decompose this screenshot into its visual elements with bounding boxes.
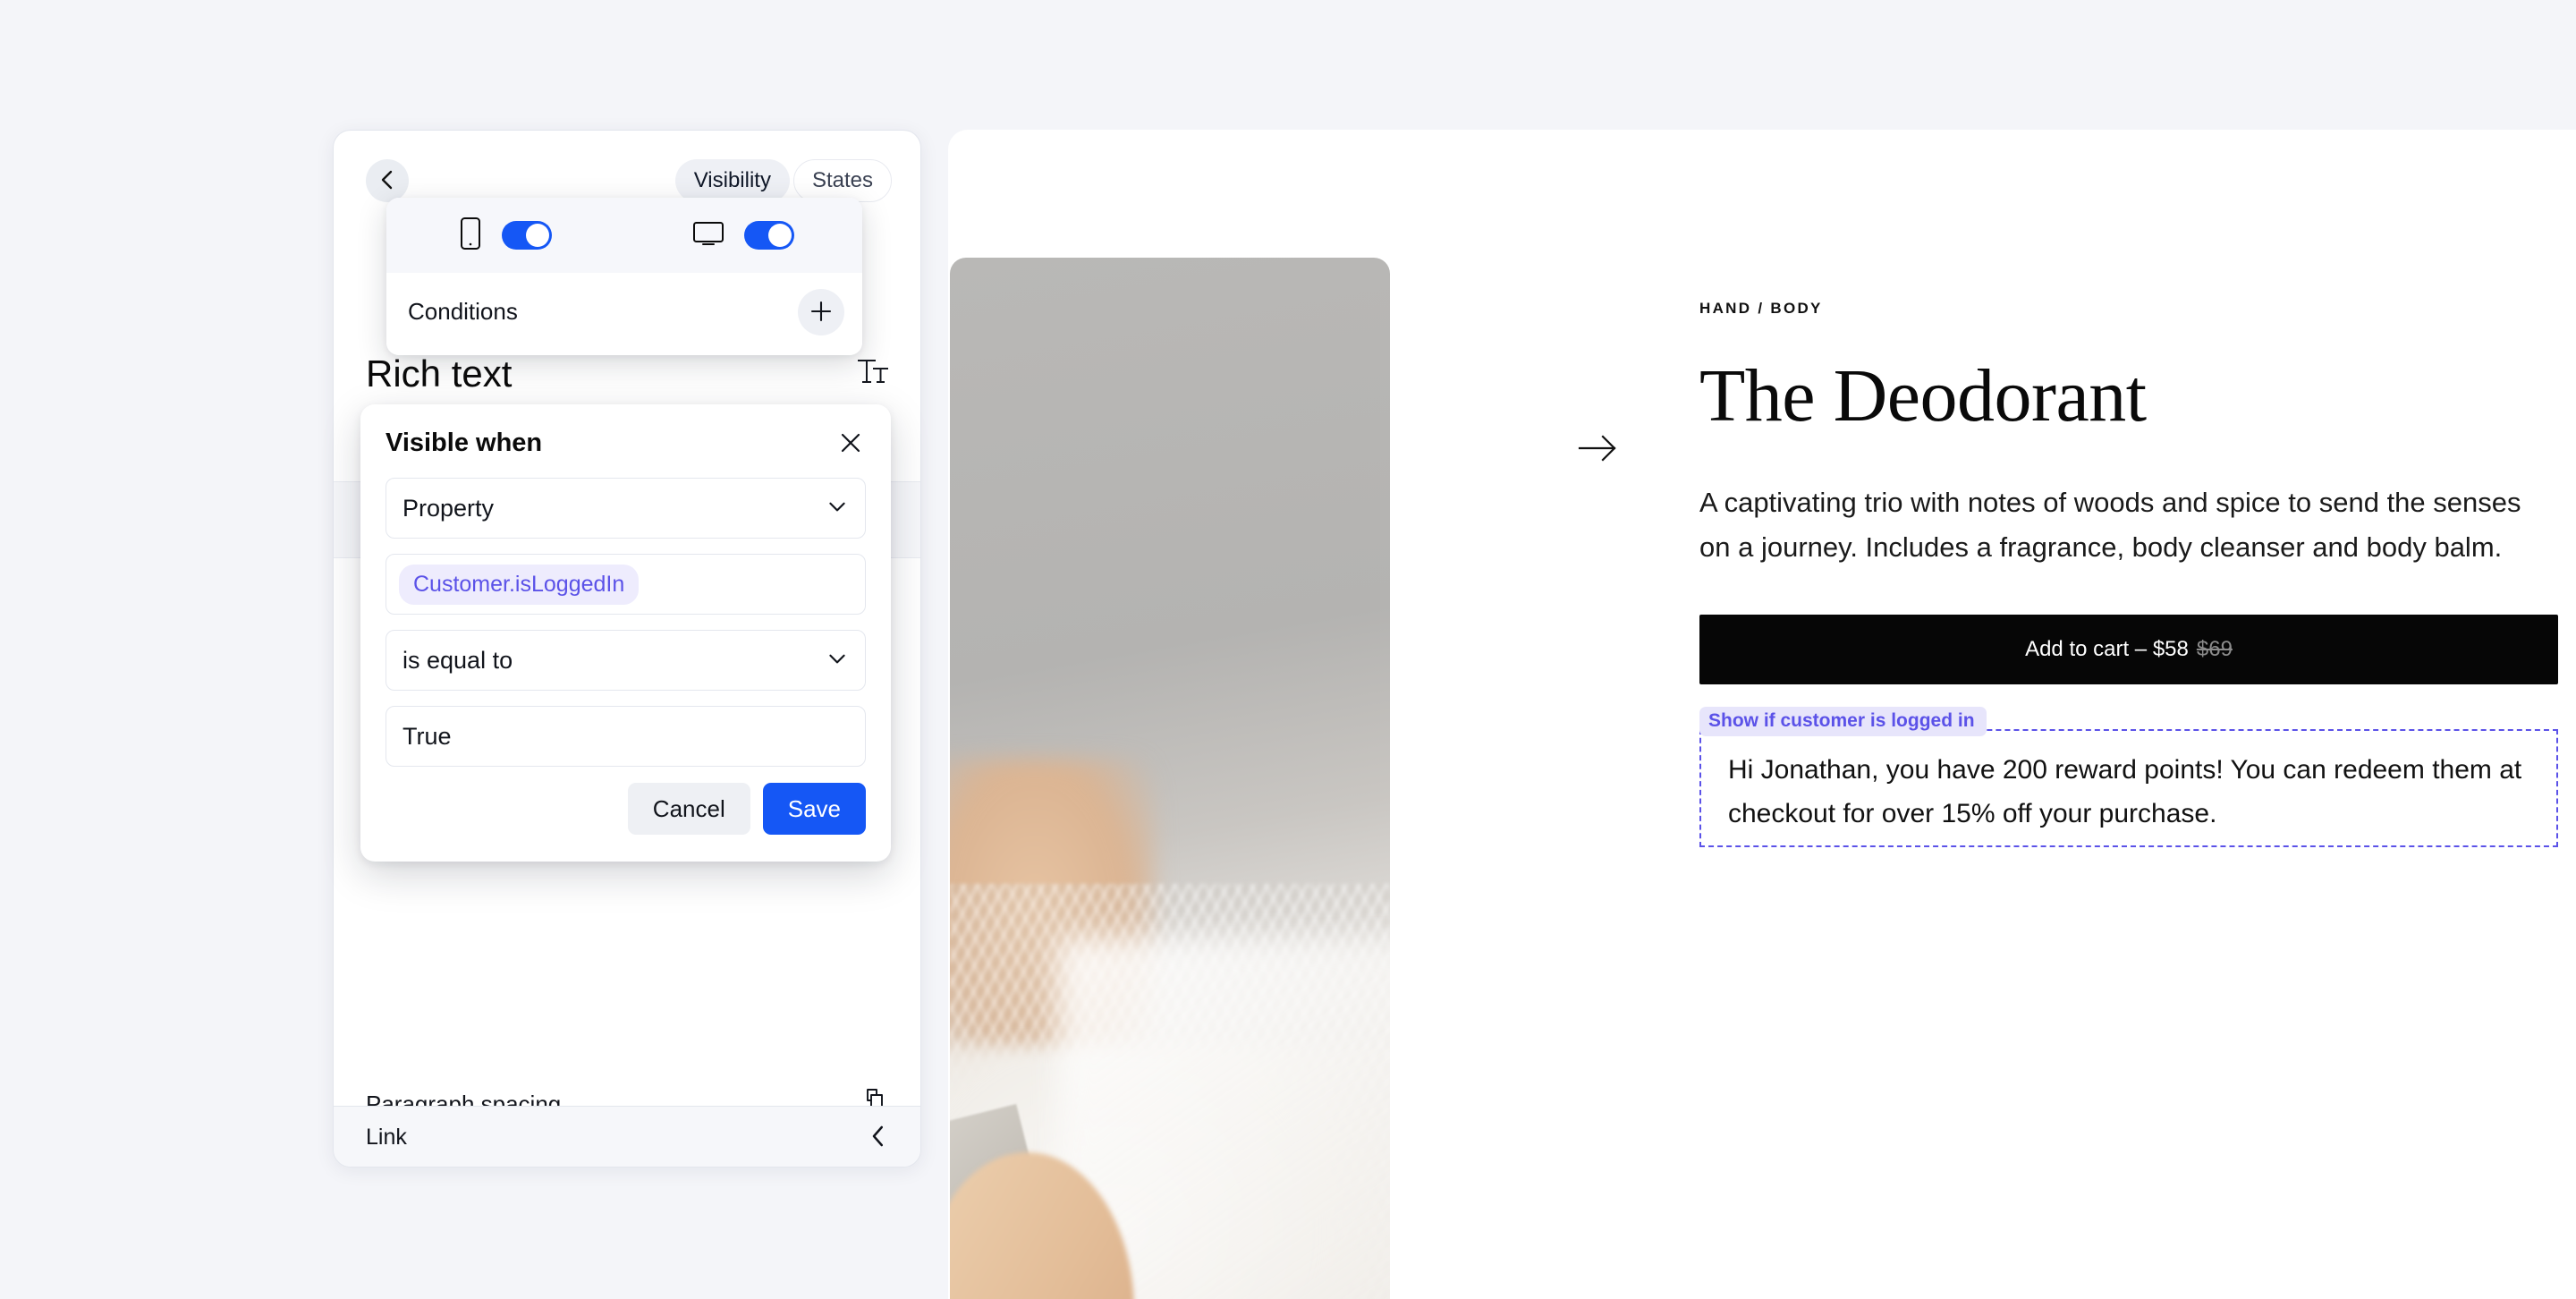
visible-when-modal: Visible when Property Customer.isLoggedI… <box>360 404 891 862</box>
product-details: HAND / BODY The Deodorant A captivating … <box>1699 300 2558 848</box>
product-image <box>950 258 1390 1299</box>
desktop-visibility-switch[interactable] <box>744 221 794 250</box>
conditions-label: Conditions <box>408 298 518 325</box>
save-button[interactable]: Save <box>762 783 866 835</box>
close-icon <box>839 433 862 457</box>
add-to-cart-button[interactable]: Add to cart – $58 $69 <box>1699 615 2558 685</box>
link-section-row[interactable]: Link <box>334 1106 920 1167</box>
inspector-heading: Rich text <box>366 352 513 395</box>
plus-icon <box>809 300 833 326</box>
chevron-down-icon <box>826 495 849 522</box>
mobile-icon <box>459 216 482 255</box>
chevron-down-icon <box>826 647 849 675</box>
tab-states[interactable]: States <box>792 159 892 202</box>
inspector-tabs: Visibility States <box>674 159 892 202</box>
operator-select[interactable]: is equal to <box>386 630 866 691</box>
device-visibility-toggles <box>386 198 862 273</box>
condition-value-input[interactable]: True <box>386 706 866 767</box>
condition-value: True <box>402 722 452 750</box>
device-toggle-mobile <box>386 216 624 255</box>
typography-icon[interactable] <box>854 352 890 395</box>
product-description: A captivating trio with notes of woods a… <box>1699 487 2521 564</box>
close-button[interactable] <box>835 428 866 458</box>
add-condition-button[interactable] <box>798 289 844 335</box>
source-type-value: Property <box>402 494 495 522</box>
switch-knob <box>526 224 549 247</box>
link-section-label: Link <box>366 1125 407 1150</box>
preview-canvas: HAND / BODY The Deodorant A captivating … <box>948 130 2576 1299</box>
tab-visibility[interactable]: Visibility <box>674 159 790 202</box>
conditional-visibility-block[interactable]: Show if customer is logged in Hi Jonatha… <box>1699 707 2558 848</box>
arrow-right-icon <box>1578 434 1619 464</box>
property-token-field[interactable]: Customer.isLoggedIn <box>386 554 866 615</box>
device-toggle-desktop <box>624 220 862 251</box>
page-title: The Deodorant <box>1699 354 2147 437</box>
visibility-flyout: Conditions <box>386 198 862 355</box>
property-token: Customer.isLoggedIn <box>399 564 640 605</box>
mobile-visibility-switch[interactable] <box>502 221 552 250</box>
reward-points-message: Hi Jonathan, you have 200 reward points!… <box>1728 755 2522 829</box>
add-to-cart-label: Add to cart – $58 <box>2025 637 2189 662</box>
old-price: $69 <box>2196 637 2233 662</box>
breadcrumb: HAND / BODY <box>1699 300 1823 317</box>
switch-knob <box>768 224 792 247</box>
app-root: HAND / BODY The Deodorant A captivating … <box>0 0 2576 1299</box>
chevron-left-icon <box>867 1123 890 1154</box>
conditions-row: Conditions <box>386 273 862 355</box>
carousel-next-button[interactable] <box>1563 414 1633 484</box>
status-badge: Show if customer is logged in <box>1699 707 1987 737</box>
cancel-button[interactable]: Cancel <box>627 783 750 835</box>
modal-header: Visible when <box>386 428 866 458</box>
desktop-icon <box>692 220 724 251</box>
modal-actions: Cancel Save <box>386 783 866 835</box>
source-type-select[interactable]: Property <box>386 478 866 539</box>
back-button[interactable] <box>366 159 409 202</box>
modal-title: Visible when <box>386 428 543 457</box>
chevron-left-icon <box>378 169 396 193</box>
operator-value: is equal to <box>402 646 513 674</box>
